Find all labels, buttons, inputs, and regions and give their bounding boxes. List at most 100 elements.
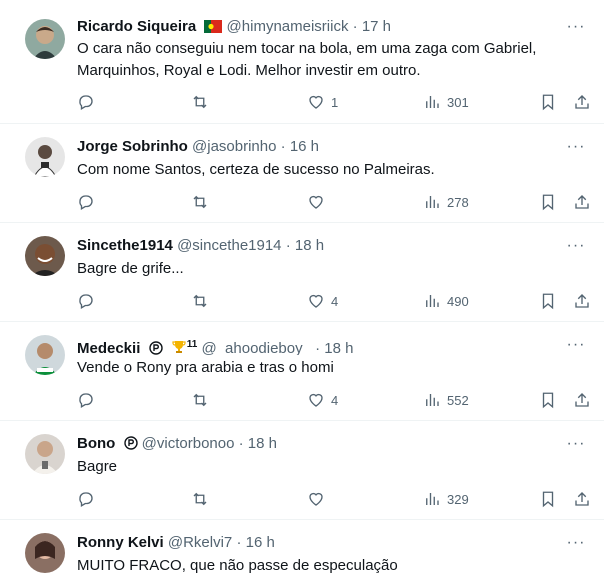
avatar[interactable]: [25, 236, 65, 276]
like-button[interactable]: 4: [307, 291, 338, 311]
tweet-text: Bagre de grife...: [77, 258, 574, 280]
p-badge-icon: [148, 341, 163, 355]
timestamp[interactable]: 18 h: [295, 237, 324, 254]
like-button[interactable]: 4: [307, 390, 338, 410]
tweet-header: Bono @victorbonoo · 18 h: [77, 434, 564, 454]
views-icon: [426, 96, 439, 108]
avatar[interactable]: [25, 335, 65, 375]
views-count: 552: [447, 392, 469, 408]
tweet-text: Bagre: [77, 456, 574, 478]
reply-button[interactable]: [77, 489, 95, 509]
display-name[interactable]: Sincethe1914: [77, 237, 173, 254]
retweet-icon: [193, 492, 207, 506]
handle[interactable]: @jasobrinho: [192, 138, 276, 155]
avatar[interactable]: [25, 137, 65, 177]
timestamp[interactable]: 16 h: [290, 138, 319, 155]
avatar[interactable]: [25, 434, 65, 474]
bookmark-button[interactable]: [539, 92, 557, 112]
reply-button[interactable]: [77, 192, 95, 212]
reply-icon: [79, 195, 93, 210]
like-button[interactable]: [307, 489, 331, 509]
tweet-text: Vende o Rony pra arabia e tras o homi: [77, 357, 574, 379]
tweet-header: Sincethe1914 @sincethe1914 · 18 h: [77, 236, 564, 256]
share-button[interactable]: [573, 489, 591, 509]
trophy-icon: [171, 339, 187, 355]
bookmark-button[interactable]: [539, 489, 557, 509]
timestamp[interactable]: 18 h: [324, 340, 353, 355]
display-name[interactable]: Ricardo Siqueira: [77, 18, 196, 35]
p-badge-icon: [123, 436, 138, 454]
reply-button[interactable]: [77, 291, 95, 311]
share-button[interactable]: [573, 291, 591, 311]
tweet-header: Ricardo Siqueira @himynameisriick · 17 h: [77, 17, 564, 37]
share-button[interactable]: [573, 92, 591, 112]
separator: ·: [236, 534, 242, 551]
tweet[interactable]: Ricardo Siqueira @himynameisriick · 17 h…: [0, 0, 604, 124]
views-count: 278: [447, 194, 469, 210]
tweet-text-line: Com nome Santos, certeza de sucesso no P…: [77, 161, 435, 178]
like-icon: [309, 393, 323, 407]
tweet[interactable]: Bono @victorbonoo · 18 h ··· Bagre 329: [0, 421, 604, 520]
tweet-actions: 4 552: [77, 390, 590, 410]
tweet-text-line: Marquinhos, Royal e Lodi. Melhor investi…: [77, 62, 421, 79]
tweet-text-line: Bagre de grife...: [77, 260, 184, 277]
bookmark-button[interactable]: [539, 291, 557, 311]
avatar[interactable]: [25, 533, 65, 573]
handle[interactable]: @_ahoodieboy_: [201, 340, 310, 355]
tweet[interactable]: Sincethe1914 @sincethe1914 · 18 h ··· Ba…: [0, 223, 604, 322]
retweet-button[interactable]: [191, 192, 209, 212]
share-button[interactable]: [573, 192, 591, 212]
views-button[interactable]: 301: [423, 92, 469, 112]
tweet-header: Medeckii 11 @_ahoodieboy_ · 18 h: [77, 335, 564, 355]
bookmark-icon: [542, 293, 554, 310]
handle[interactable]: @sincethe1914: [177, 237, 281, 254]
tweet[interactable]: Medeckii 11 @_ahoodieboy_ · 18 h ··· Ven…: [0, 322, 604, 421]
like-count: 4: [331, 293, 339, 309]
tweet-text-line: Vende o Rony pra arabia e tras o homi: [77, 359, 334, 376]
timestamp[interactable]: 18 h: [248, 435, 277, 452]
share-icon: [575, 95, 589, 109]
handle[interactable]: @victorbonoo: [142, 435, 235, 452]
like-button[interactable]: [307, 192, 331, 212]
reply-icon: [79, 95, 93, 110]
avatar[interactable]: [25, 19, 65, 59]
share-icon: [575, 195, 589, 209]
views-button[interactable]: 552: [423, 390, 469, 410]
reply-icon: [79, 492, 93, 507]
like-button[interactable]: 1: [307, 92, 338, 112]
handle[interactable]: @himynameisriick: [227, 18, 349, 35]
bookmark-button[interactable]: [539, 192, 557, 212]
retweet-button[interactable]: [191, 390, 209, 410]
display-name[interactable]: Jorge Sobrinho: [77, 138, 188, 155]
timestamp[interactable]: 17 h: [362, 18, 391, 35]
tweet[interactable]: Jorge Sobrinho @jasobrinho · 16 h ··· Co…: [0, 124, 604, 223]
tweet[interactable]: Ronny Kelvi @Rkelvi7 · 16 h ··· MUITO FR…: [0, 520, 604, 583]
tweet-text-line: Bagre: [77, 458, 118, 475]
bookmark-button[interactable]: [539, 390, 557, 410]
trophy-count: 11: [186, 339, 198, 350]
share-icon: [575, 393, 589, 407]
separator: ·: [352, 18, 358, 35]
views-button[interactable]: 278: [423, 192, 469, 212]
views-button[interactable]: 490: [423, 291, 469, 311]
views-count: 490: [447, 293, 469, 309]
share-button[interactable]: [573, 390, 591, 410]
like-icon: [309, 95, 323, 109]
tweet-text: MUITO FRACO, que não passe de especulaçã…: [77, 555, 574, 577]
retweet-button[interactable]: [191, 291, 209, 311]
display-name[interactable]: Ronny Kelvi: [77, 534, 164, 551]
bookmark-icon: [542, 392, 554, 409]
reply-button[interactable]: [77, 92, 95, 112]
like-icon: [309, 294, 323, 308]
tweet-actions: 1 301: [77, 92, 590, 112]
bookmark-icon: [542, 94, 554, 111]
timestamp[interactable]: 16 h: [246, 534, 275, 551]
reply-button[interactable]: [77, 390, 95, 410]
retweet-button[interactable]: [191, 489, 209, 509]
retweet-button[interactable]: [191, 92, 209, 112]
views-button[interactable]: 329: [423, 489, 469, 509]
display-name[interactable]: Medeckii: [77, 340, 140, 355]
tweet-actions: 329: [77, 489, 590, 509]
handle[interactable]: @Rkelvi7: [168, 534, 232, 551]
display-name[interactable]: Bono: [77, 435, 115, 452]
